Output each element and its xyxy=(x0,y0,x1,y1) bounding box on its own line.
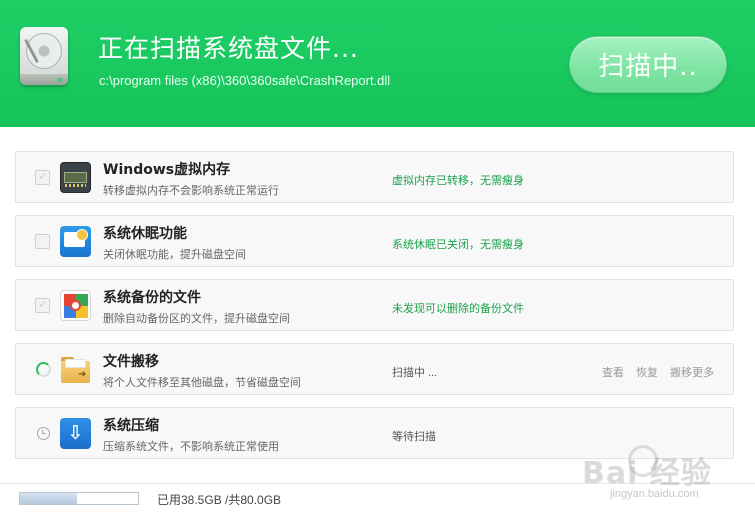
watermark-url: jingyan.baidu.com xyxy=(610,488,699,500)
scan-header: 正在扫描系统盘文件... c:\program files (x86)\360\… xyxy=(0,0,755,127)
item-checkbox[interactable]: ✓ xyxy=(35,170,50,185)
backup-icon xyxy=(60,290,91,321)
item-checkbox[interactable]: ✓ xyxy=(35,298,50,313)
watermark-logo: Bai 经验 xyxy=(582,456,712,491)
item-title: Windows虚拟内存 xyxy=(103,162,231,178)
current-scan-path: c:\program files (x86)\360\360safe\Crash… xyxy=(99,73,391,88)
disk-usage-text: 已用38.5GB /共80.0GB xyxy=(157,493,282,507)
item-description: 压缩系统文件，不影响系统正常使用 xyxy=(103,441,279,453)
memory-chip-icon xyxy=(60,162,91,193)
item-status: 未发现可以删除的备份文件 xyxy=(392,303,524,315)
scan-button[interactable]: 扫描中.. xyxy=(569,36,727,93)
item-checkbox[interactable] xyxy=(35,234,50,249)
item-status: 等待扫描 xyxy=(392,431,436,443)
disk-usage-bar xyxy=(19,492,139,505)
item-status: 系统休眠已关闭，无需瘦身 xyxy=(392,239,524,251)
scan-title: 正在扫描系统盘文件... xyxy=(98,34,359,63)
clock-icon xyxy=(37,427,50,440)
view-link[interactable]: 查看 xyxy=(602,367,624,379)
item-description: 将个人文件移至其他磁盘，节省磁盘空间 xyxy=(103,377,301,389)
item-description: 关闭休眠功能，提升磁盘空间 xyxy=(103,249,246,261)
item-virtual-memory: ✓ Windows虚拟内存 转移虚拟内存不会影响系统正常运行 虚拟内存已转移，无… xyxy=(15,151,734,203)
compress-icon: ⇩ xyxy=(60,418,91,449)
hibernate-icon xyxy=(60,226,91,257)
hard-disk-icon xyxy=(20,27,68,85)
item-file-move: ➜ 文件搬移 将个人文件移至其他磁盘，节省磁盘空间 扫描中 ... 查看 恢复 … xyxy=(15,343,734,395)
item-system-backup: ✓ 系统备份的文件 删除自动备份区的文件，提升磁盘空间 未发现可以删除的备份文件 xyxy=(15,279,734,331)
move-more-link[interactable]: 搬移更多 xyxy=(670,367,714,379)
item-hibernate: 系统休眠功能 关闭休眠功能，提升磁盘空间 系统休眠已关闭，无需瘦身 xyxy=(15,215,734,267)
loading-spinner-icon xyxy=(36,362,51,377)
item-title: 系统休眠功能 xyxy=(103,226,187,242)
item-title: 系统压缩 xyxy=(103,418,159,434)
item-description: 转移虚拟内存不会影响系统正常运行 xyxy=(103,185,279,197)
item-status: 虚拟内存已转移，无需瘦身 xyxy=(392,175,524,187)
restore-link[interactable]: 恢复 xyxy=(636,367,658,379)
item-description: 删除自动备份区的文件，提升磁盘空间 xyxy=(103,313,290,325)
item-status: 扫描中 ... xyxy=(392,367,438,379)
disk-usage-bar-fill xyxy=(20,493,77,504)
folder-move-icon: ➜ xyxy=(60,354,91,385)
item-title: 系统备份的文件 xyxy=(103,290,201,306)
item-actions: 查看 恢复 搬移更多 xyxy=(602,364,723,380)
item-title: 文件搬移 xyxy=(103,354,159,370)
